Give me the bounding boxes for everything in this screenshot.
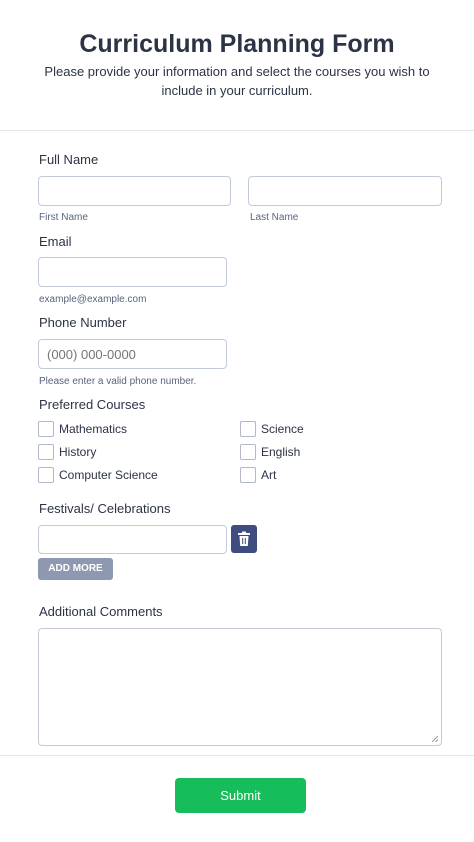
delete-festival-button[interactable]: [231, 525, 257, 553]
science-option-label[interactable]: Science: [261, 422, 304, 436]
comments-label: Additional Comments: [39, 604, 163, 619]
courses-label: Preferred Courses: [39, 397, 146, 412]
full-name-label: Full Name: [39, 152, 99, 167]
phone-sublabel: Please enter a valid phone number.: [39, 376, 197, 387]
english-checkbox[interactable]: [240, 444, 256, 460]
page-subtitle: Please provide your information and sele…: [44, 64, 430, 98]
email-sublabel: example@example.com: [39, 294, 147, 305]
art-option-label[interactable]: Art: [261, 468, 276, 482]
mathematics-checkbox[interactable]: [38, 421, 54, 437]
trash-icon: [238, 531, 250, 546]
email-label: Email: [39, 234, 72, 249]
festival-input[interactable]: [38, 525, 227, 554]
first-name-sublabel: First Name: [39, 212, 88, 223]
phone-input[interactable]: [38, 339, 227, 369]
computer-science-checkbox[interactable]: [38, 467, 54, 483]
footer-divider: [0, 755, 474, 756]
email-input[interactable]: [38, 257, 227, 287]
history-checkbox[interactable]: [38, 444, 54, 460]
science-checkbox[interactable]: [240, 421, 256, 437]
english-option-label[interactable]: English: [261, 445, 300, 459]
festivals-label: Festivals/ Celebrations: [39, 501, 171, 516]
mathematics-option-label[interactable]: Mathematics: [59, 422, 127, 436]
last-name-sublabel: Last Name: [250, 212, 299, 223]
comments-textarea[interactable]: [38, 628, 442, 746]
form-header: Curriculum Planning Form Please provide …: [0, 0, 474, 131]
submit-button[interactable]: Submit: [175, 778, 306, 813]
page-title: Curriculum Planning Form: [79, 30, 395, 58]
computer-science-option-label[interactable]: Computer Science: [59, 468, 158, 482]
add-more-button[interactable]: ADD MORE: [38, 558, 113, 580]
resize-grip-icon[interactable]: [432, 736, 438, 742]
last-name-input[interactable]: [248, 176, 442, 206]
art-checkbox[interactable]: [240, 467, 256, 483]
first-name-input[interactable]: [38, 176, 231, 206]
history-option-label[interactable]: History: [59, 445, 96, 459]
phone-label: Phone Number: [39, 315, 127, 330]
